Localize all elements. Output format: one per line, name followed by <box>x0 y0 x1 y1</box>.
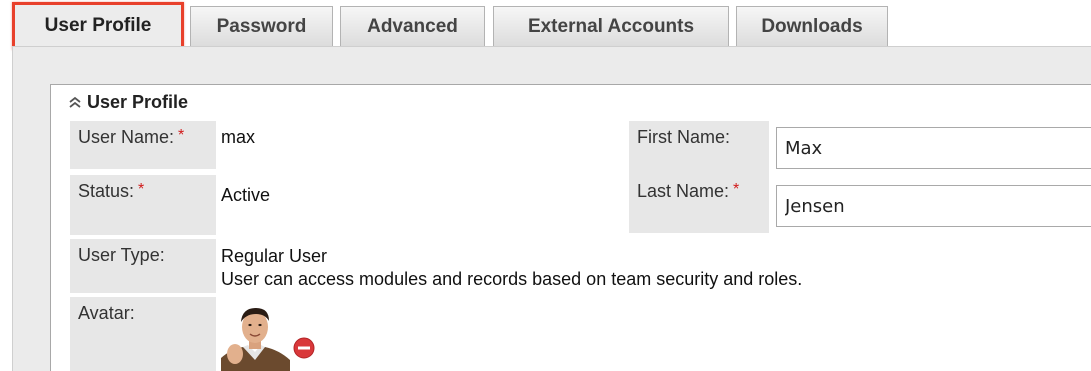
last-name-label-cell: Last Name: * <box>629 175 769 233</box>
user-type-label-cell: User Type: <box>70 239 216 293</box>
status-label: Status: <box>78 181 135 201</box>
avatar <box>221 302 290 371</box>
required-marker: * <box>733 181 740 198</box>
tab-strip: User Profile Password Advanced External … <box>0 0 1091 50</box>
section-header[interactable]: User Profile <box>67 90 188 114</box>
user-type-label: User Type: <box>78 245 165 265</box>
user-profile-screen: User Profile Password Advanced External … <box>0 0 1091 371</box>
last-name-input[interactable] <box>776 185 1091 227</box>
user-type-value: Regular User <box>221 246 328 267</box>
minus-circle-icon[interactable] <box>293 337 315 359</box>
section-title: User Profile <box>87 91 189 112</box>
avatar-label: Avatar: <box>78 303 135 323</box>
user-name-label-cell: User Name: * <box>70 121 216 169</box>
status-label-cell: Status: * <box>70 175 216 235</box>
required-marker: * <box>178 127 185 144</box>
avatar-label-cell: Avatar: <box>70 297 216 371</box>
tab-password[interactable]: Password <box>190 6 333 46</box>
tab-downloads[interactable]: Downloads <box>736 6 888 46</box>
required-marker: * <box>138 181 145 198</box>
double-chevron-up-icon[interactable] <box>67 95 83 109</box>
tab-advanced[interactable]: Advanced <box>340 6 485 46</box>
status-value: Active <box>221 185 271 206</box>
tab-user-profile[interactable]: User Profile <box>12 2 184 50</box>
user-type-description: User can access modules and records base… <box>221 269 803 290</box>
user-name-label: User Name: <box>78 127 175 147</box>
first-name-label: First Name: <box>637 127 731 147</box>
first-name-input[interactable] <box>776 127 1091 169</box>
user-name-value: max <box>221 127 256 148</box>
last-name-label: Last Name: <box>637 181 730 201</box>
avatar-image <box>221 302 290 371</box>
tab-external-accounts[interactable]: External Accounts <box>493 6 729 46</box>
first-name-label-cell: First Name: <box>629 121 769 181</box>
